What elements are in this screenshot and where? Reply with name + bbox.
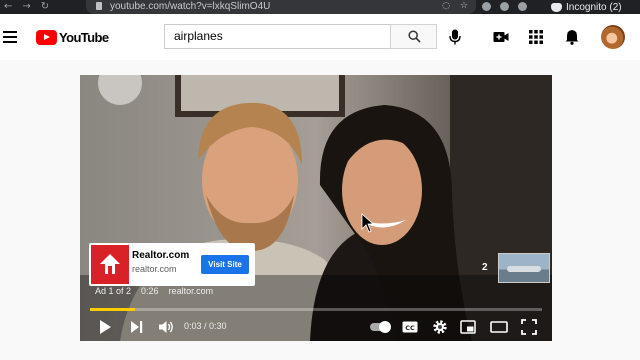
- miniplayer-icon[interactable]: [460, 319, 476, 335]
- search-icon: [408, 30, 421, 43]
- extension-icon[interactable]: [482, 2, 491, 11]
- next-icon[interactable]: [130, 319, 144, 335]
- eye-off-icon[interactable]: ◌: [442, 0, 450, 13]
- forward-icon[interactable]: →: [22, 0, 30, 14]
- ad-card[interactable]: Realtor.com realtor.com Visit Site: [89, 243, 255, 286]
- youtube-logo[interactable]: YouTube: [36, 28, 109, 46]
- search-input[interactable]: airplanes: [164, 24, 390, 49]
- bell-icon[interactable]: [564, 29, 580, 45]
- browser-nav: ← → ↻: [4, 0, 49, 14]
- settings-icon[interactable]: [432, 319, 448, 335]
- svg-text:CC: CC: [405, 324, 415, 332]
- visit-site-button[interactable]: Visit Site: [201, 255, 249, 274]
- youtube-header: YouTube airplanes: [0, 14, 640, 60]
- search-button[interactable]: [390, 24, 437, 49]
- play-icon[interactable]: [98, 319, 112, 335]
- youtube-play-icon: [36, 29, 57, 45]
- ad-position: Ad 1 of 2: [95, 286, 132, 296]
- video-player[interactable]: Realtor.com realtor.com Visit Site Ad 1 …: [80, 75, 552, 341]
- avatar[interactable]: [601, 25, 625, 49]
- time-display: 0:03 / 0:30: [184, 321, 227, 331]
- url-text: youtube.com/watch?v=lxkqSlimO4U: [110, 1, 271, 12]
- theater-icon[interactable]: [490, 319, 508, 335]
- cc-icon[interactable]: CC: [402, 319, 418, 335]
- volume-icon[interactable]: [158, 319, 174, 335]
- progress-bar[interactable]: [90, 308, 542, 311]
- star-icon[interactable]: ☆: [460, 0, 468, 13]
- advertiser-name[interactable]: Realtor.com: [132, 250, 189, 261]
- address-bar[interactable]: youtube.com/watch?v=lxkqSlimO4U ◌ ☆: [86, 0, 476, 14]
- incognito-label: Incognito (2): [566, 1, 622, 13]
- browser-toolbar: ← → ↻ youtube.com/watch?v=lxkqSlimO4U ◌ …: [0, 0, 640, 14]
- player-controls: 0:03 / 0:30 CC: [80, 314, 552, 341]
- apps-icon[interactable]: [528, 29, 544, 45]
- advertiser-domain: realtor.com: [132, 264, 177, 274]
- next-video-thumbnail[interactable]: [498, 253, 550, 283]
- logo-text: YouTube: [59, 29, 109, 45]
- video-frame[interactable]: [80, 75, 552, 341]
- incognito-icon: [551, 2, 562, 12]
- create-icon[interactable]: [493, 29, 509, 45]
- house-icon: [100, 254, 120, 274]
- reload-icon[interactable]: ↻: [41, 0, 49, 14]
- next-ad-count: 2: [482, 262, 488, 273]
- realtor-logo[interactable]: [91, 245, 129, 284]
- back-icon[interactable]: ←: [4, 0, 12, 14]
- extension-icon[interactable]: [518, 2, 527, 11]
- extension-icons: [482, 0, 527, 11]
- lock-icon: [96, 2, 102, 10]
- menu-icon[interactable]: [3, 31, 17, 43]
- mic-icon[interactable]: [448, 29, 462, 45]
- ad-remaining: 0:26: [141, 286, 159, 296]
- autoplay-toggle[interactable]: [370, 321, 391, 333]
- progress-fill: [90, 308, 136, 311]
- ad-info: Ad 1 of 2 0:26 realtor.com: [95, 286, 223, 296]
- puzzle-icon[interactable]: [500, 2, 509, 11]
- ad-domain-link[interactable]: realtor.com: [169, 286, 214, 296]
- omnibox-icons: ◌ ☆: [442, 0, 468, 13]
- fullscreen-icon[interactable]: [521, 319, 537, 335]
- incognito-indicator[interactable]: Incognito (2): [551, 0, 622, 14]
